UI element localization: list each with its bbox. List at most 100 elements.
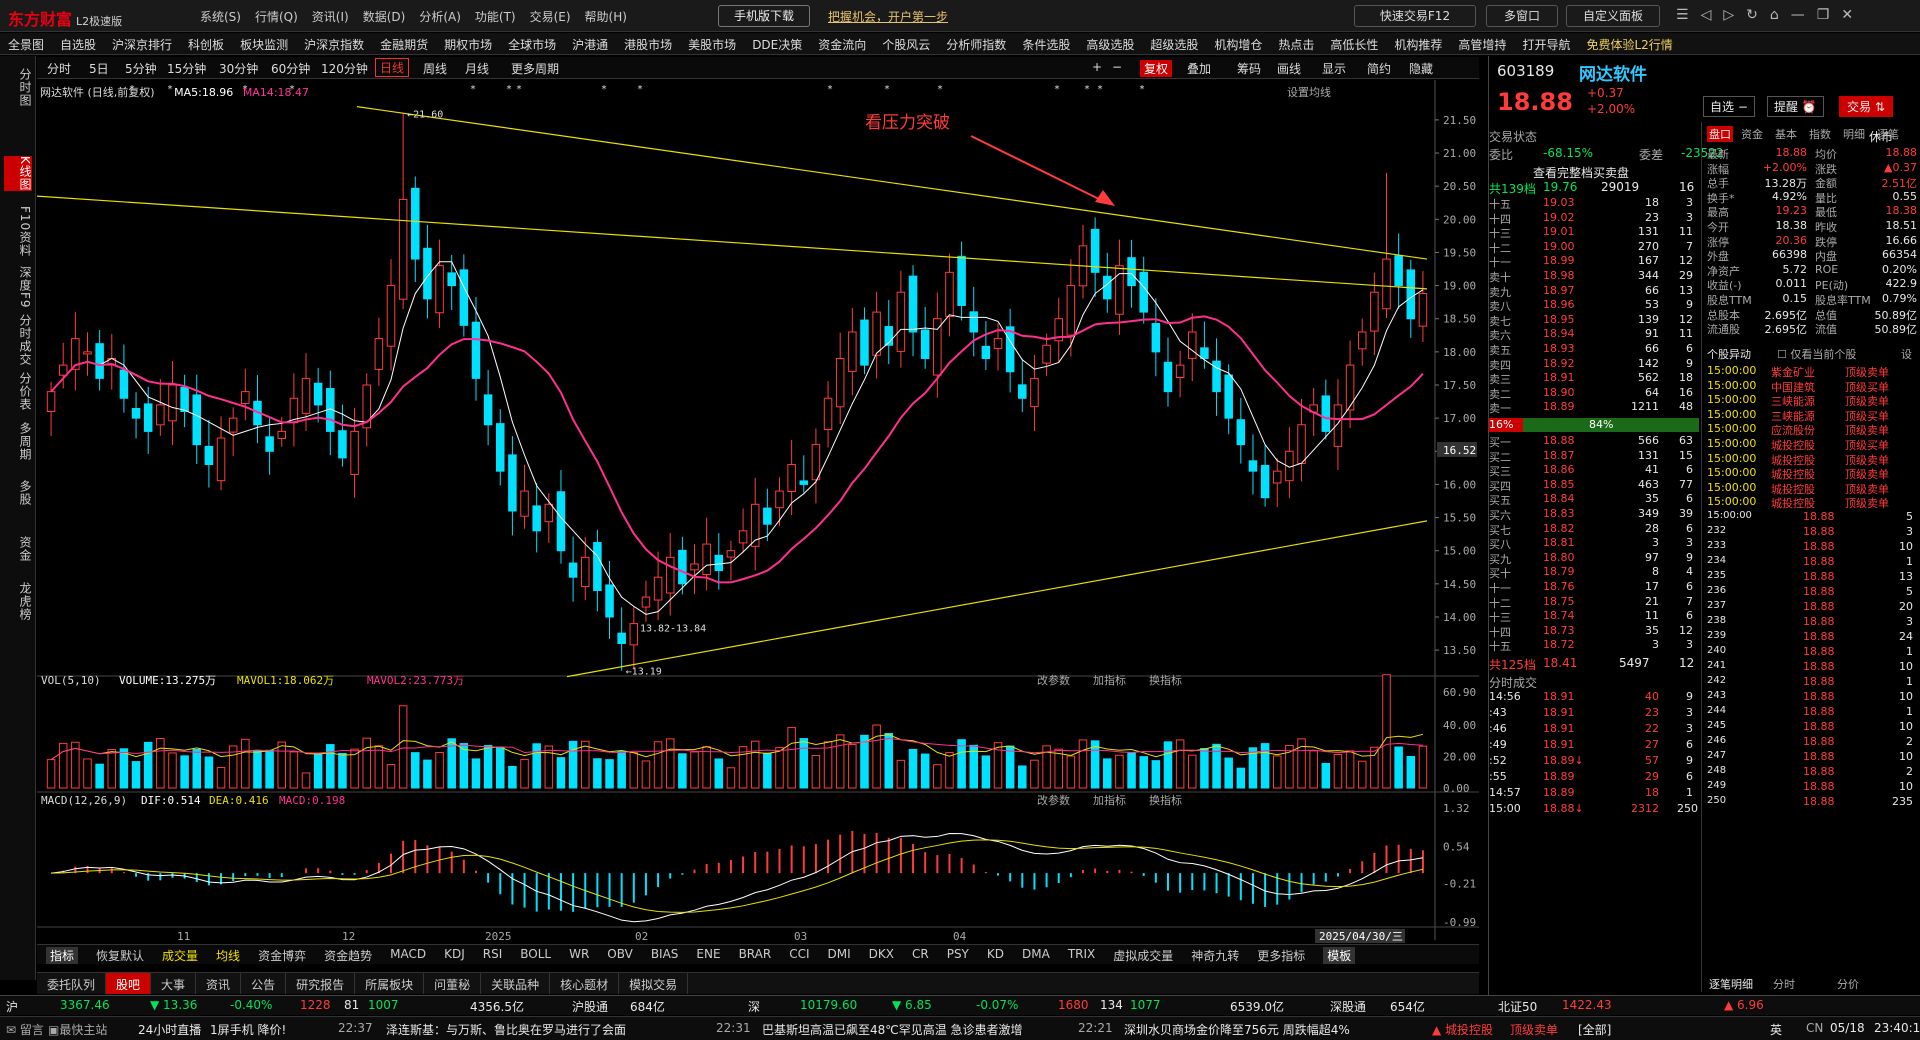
bid-price-7[interactable]: 18.81 [1543,536,1575,549]
chart-tool-6[interactable]: 隐藏 [1409,60,1433,77]
nav-item-7[interactable]: 期权市场 [444,33,492,54]
nav-item-25[interactable]: 免费体验L2行情 [1586,33,1672,54]
detail-tab-4[interactable]: 明细 [1843,126,1865,142]
period-10[interactable]: 更多周期 [511,60,559,77]
candle[interactable] [1370,291,1379,332]
ask-price-12[interactable]: 18.91 [1543,371,1575,384]
candle[interactable] [544,503,554,523]
candle[interactable] [702,543,711,576]
nav-item-8[interactable]: 全球市场 [508,33,556,54]
bid-price-0[interactable]: 18.88 [1543,434,1575,447]
bottom-tab-6[interactable]: 所属板块 [355,973,425,994]
candle[interactable] [1321,395,1331,432]
nav-item-1[interactable]: 自选股 [60,33,96,54]
restore-icon[interactable]: ❐ [1817,7,1830,23]
period-3[interactable]: 15分钟 [167,60,206,77]
indicator-26[interactable]: 模板 [1323,947,1356,964]
candle[interactable] [908,275,918,333]
event-marker-4[interactable]: * [470,84,476,95]
event-marker-11[interactable]: * [937,84,943,95]
candle[interactable] [678,549,687,585]
indicator-21[interactable]: DMA [1022,947,1050,964]
candle[interactable] [131,407,141,419]
back-icon[interactable]: ◁ [1701,7,1712,23]
event-marker-9[interactable]: * [827,84,833,95]
custom-panel-button[interactable]: 自定义面板 [1566,5,1660,27]
nav-item-19[interactable]: 机构增仓 [1214,33,1262,54]
candle[interactable] [1260,464,1270,499]
full-orderbook-link[interactable]: 查看完整档买卖盘 [1533,164,1629,181]
vol-panel-btn-2[interactable]: 换指标 [1149,673,1182,687]
candle[interactable] [1090,228,1100,273]
mover-stock-4[interactable]: 应流股份 [1771,422,1815,438]
nav-item-5[interactable]: 沪深京指数 [304,33,364,54]
indicator-23[interactable]: 虚拟成交量 [1113,947,1173,964]
macd-panel-btn-0[interactable]: 改参数 [1037,793,1070,807]
candle[interactable] [738,530,748,544]
candle[interactable] [1248,460,1258,472]
candle[interactable] [860,319,869,366]
menu-item-1[interactable]: 行情(Q) [255,8,298,25]
candle[interactable] [313,382,323,406]
indicator-8[interactable]: RSI [483,947,503,964]
ticker-item-13[interactable]: 英 [1770,1021,1782,1038]
candle[interactable] [714,554,724,572]
mover-stock-6[interactable]: 城投控股 [1771,452,1815,468]
bid-price-3[interactable]: 18.85 [1543,478,1575,491]
ask-price-13[interactable]: 18.90 [1543,386,1575,399]
event-marker-7[interactable]: * [601,84,607,95]
nav-item-9[interactable]: 沪港通 [572,33,608,54]
candle[interactable] [192,394,202,446]
candle[interactable] [957,255,966,306]
candle[interactable] [95,343,104,379]
candle[interactable] [1163,361,1173,393]
candle[interactable] [83,351,92,355]
indicator-12[interactable]: BIAS [651,947,679,964]
candle[interactable] [1139,271,1148,313]
candle[interactable] [872,311,881,356]
bottom-tab-3[interactable]: 资讯 [196,973,242,994]
nav-item-3[interactable]: 科创板 [188,33,224,54]
candle[interactable] [981,345,991,359]
candle[interactable] [1115,265,1124,315]
indicator-11[interactable]: OBV [607,947,633,964]
event-marker-6[interactable]: * [516,84,522,95]
macd-panel-btn-1[interactable]: 加指标 [1093,793,1126,807]
ask-price-14[interactable]: 18.89 [1543,400,1575,413]
nav-item-11[interactable]: 美股市场 [688,33,736,54]
left-tab-6[interactable]: 多周期 [4,422,32,461]
period-0[interactable]: 分时 [47,60,71,77]
candle[interactable] [265,436,274,452]
indicator-10[interactable]: WR [569,947,589,964]
nav-item-17[interactable]: 高级选股 [1086,33,1134,54]
nav-item-18[interactable]: 超级选股 [1150,33,1198,54]
chart-tool-1[interactable]: 叠加 [1187,60,1211,77]
bid-price-5[interactable]: 18.83 [1543,507,1575,520]
mobile-download-button[interactable]: 手机版下载 [718,5,810,27]
minimize-icon[interactable]: — [1791,7,1805,23]
ask-price-0[interactable]: 19.03 [1543,196,1575,209]
candle[interactable] [993,338,1003,349]
event-marker-10[interactable]: * [884,84,890,95]
candle[interactable] [495,423,505,472]
bid-price-8[interactable]: 18.80 [1543,551,1575,564]
indicator-16[interactable]: DMI [828,947,851,964]
period-7[interactable]: 日线 [375,58,410,77]
candle[interactable] [1406,269,1416,320]
candle[interactable] [1345,364,1355,411]
nav-item-12[interactable]: DDE决策 [752,33,802,54]
left-tab-3[interactable]: 深度F9 [4,266,32,309]
indicator-14[interactable]: BRAR [739,947,772,964]
candle[interactable] [374,338,384,370]
candle[interactable] [216,437,226,482]
candle[interactable] [447,272,456,287]
detail-tab-3[interactable]: 指数 [1809,126,1831,142]
candle[interactable] [848,331,857,372]
candle[interactable] [629,623,639,646]
bid-price-1[interactable]: 18.87 [1543,449,1575,462]
chart-tool-3[interactable]: 画线 [1277,60,1301,77]
remind-button[interactable]: 提醒 ⏰ [1767,96,1824,117]
period-9[interactable]: 月线 [465,60,489,77]
candle[interactable] [156,404,165,426]
bid-price-12[interactable]: 18.74 [1543,609,1575,622]
